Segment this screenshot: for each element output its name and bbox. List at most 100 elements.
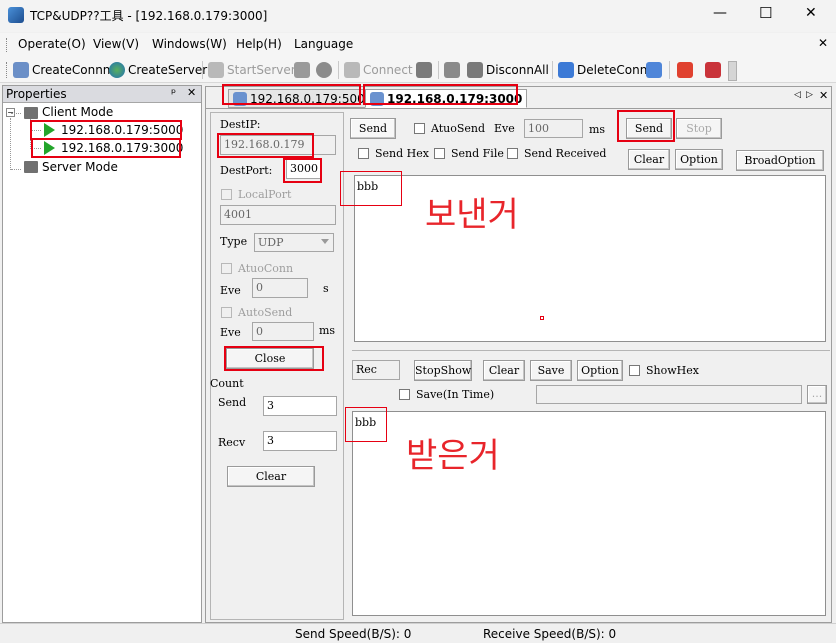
recv-save-button[interactable]: Save — [530, 360, 572, 381]
connect-icon — [344, 62, 360, 78]
dest-ip-field[interactable]: 192.168.0.179 — [220, 135, 336, 155]
atuo-send-label: AtuoSend — [431, 122, 486, 135]
disconn-all-label: DisconnAll — [486, 63, 549, 77]
stop-button[interactable]: Stop — [676, 118, 722, 139]
save-path-field[interactable] — [536, 385, 802, 404]
send-eve-label: Eve — [494, 122, 515, 135]
tab-3000-label: 192.168.0.179:3000 — [387, 91, 523, 106]
power-button[interactable] — [677, 61, 693, 79]
tab-5000[interactable]: 192.168.0.179:5000 — [228, 89, 378, 108]
disconn-all-button[interactable]: DisconnAll — [467, 61, 549, 79]
close-button[interactable]: ✕ — [805, 5, 817, 21]
send-mode-button[interactable]: Send — [350, 118, 396, 139]
create-conn-button[interactable]: CreateConnn — [13, 61, 110, 79]
section-divider — [352, 350, 830, 351]
show-hex-checkbox[interactable] — [629, 365, 640, 376]
menu-help[interactable]: Help(H) — [236, 37, 282, 51]
create-conn-icon — [13, 62, 29, 78]
save-in-time-checkbox[interactable] — [399, 389, 410, 400]
properties-title: Properties — [6, 87, 67, 101]
send-option-button[interactable]: Option — [675, 149, 723, 170]
clear-count-button[interactable]: Clear — [227, 466, 315, 487]
send-received-label: Send Received — [524, 147, 607, 160]
dest-port-label: DestPort: — [220, 164, 273, 177]
close-server-button[interactable] — [316, 61, 332, 79]
dest-port-field[interactable]: 3000 — [286, 159, 322, 179]
eve-field[interactable]: 0 — [252, 278, 308, 298]
menu-operate[interactable]: Operate(O) — [18, 37, 86, 51]
recv-count-field: 3 — [263, 431, 337, 451]
connect-label: Connect — [363, 63, 413, 77]
connection-icon — [370, 91, 384, 106]
tree-line — [31, 148, 41, 149]
properties-header: Properties ᵖ ✕ — [3, 86, 201, 103]
create-server-button[interactable]: CreateServer — [109, 61, 207, 79]
selection-marker — [540, 316, 544, 320]
stop-server-button[interactable] — [294, 61, 310, 79]
close-connection-button[interactable]: Close — [226, 348, 314, 369]
tab-right-icon[interactable]: ▷ — [806, 90, 813, 100]
local-port-checkbox[interactable] — [221, 189, 232, 200]
seconds-unit: s — [323, 282, 329, 295]
recv-text: bbb — [355, 416, 377, 429]
panel-close-icon[interactable]: ✕ — [187, 86, 196, 99]
auto-send-eve-field[interactable]: 0 — [252, 322, 314, 341]
sent-annotation: 보낸거 — [425, 195, 519, 235]
settings-button[interactable] — [646, 61, 662, 79]
start-server-icon — [208, 62, 224, 78]
start-server-button[interactable]: StartServer — [208, 61, 296, 79]
send-received-checkbox[interactable] — [507, 148, 518, 159]
maximize-button[interactable]: ☐ — [759, 4, 772, 22]
pin-icon[interactable]: ᵖ — [171, 86, 176, 100]
atuo-send-checkbox[interactable] — [414, 123, 425, 134]
tab-close-icon[interactable]: ✕ — [819, 89, 828, 102]
local-port-label: LocalPort — [238, 188, 292, 201]
local-port-field[interactable]: 4001 — [220, 205, 336, 225]
menu-language[interactable]: Language — [294, 37, 353, 51]
send-ms-unit: ms — [589, 123, 606, 136]
tool-button[interactable] — [705, 61, 721, 79]
circle-x-icon — [316, 62, 332, 78]
connection-panel: 192.168.0.179:5000 192.168.0.179:3000 ◁ … — [205, 86, 832, 623]
tab-3000[interactable]: 192.168.0.179:3000 — [365, 89, 528, 108]
atuo-conn-label: AtuoConn — [238, 262, 294, 275]
type-value: UDP — [258, 236, 284, 249]
tree-connection-3000[interactable]: 192.168.0.179:3000 — [61, 141, 183, 155]
atuo-conn-checkbox[interactable] — [221, 263, 232, 274]
network-button[interactable] — [444, 61, 460, 79]
received-annotation: 받은거 — [406, 436, 500, 476]
recv-clear-button[interactable]: Clear — [483, 360, 525, 381]
send-file-checkbox[interactable] — [434, 148, 445, 159]
toolbar-overflow-icon[interactable] — [728, 61, 737, 81]
minimize-button[interactable]: — — [713, 5, 727, 21]
tree-connection-5000[interactable]: 192.168.0.179:5000 — [61, 123, 183, 137]
send-clear-button[interactable]: Clear — [628, 149, 670, 170]
send-hex-checkbox[interactable] — [358, 148, 369, 159]
tool-icon — [705, 62, 721, 78]
send-speed: Send Speed(B/S): 0 — [295, 627, 412, 641]
type-select[interactable]: UDP — [254, 233, 334, 252]
browse-button[interactable]: ... — [807, 385, 827, 404]
tree-server-mode[interactable]: Server Mode — [42, 160, 118, 174]
menu-close-icon[interactable]: ✕ — [818, 36, 828, 50]
disconnect-button[interactable] — [416, 61, 432, 79]
menu-windows[interactable]: Windows(W) — [152, 37, 227, 51]
menu-grip — [6, 38, 9, 52]
recv-option-button[interactable]: Option — [577, 360, 623, 381]
tree-client-mode[interactable]: Client Mode — [42, 105, 113, 119]
power-icon — [677, 62, 693, 78]
stop-show-button[interactable]: StopShow — [414, 360, 472, 381]
toolbar: CreateConnn CreateServer StartServer Con… — [0, 57, 836, 83]
auto-send-checkbox[interactable] — [221, 307, 232, 318]
delete-conn-label: DeleteConn — [577, 63, 648, 77]
send-button[interactable]: Send — [626, 118, 672, 139]
send-interval-field[interactable]: 100 — [524, 119, 583, 138]
tab-left-icon[interactable]: ◁ — [794, 90, 801, 100]
delete-conn-button[interactable]: DeleteConn — [558, 61, 647, 79]
dest-ip-label: DestIP: — [220, 118, 261, 131]
send-hex-label: Send Hex — [375, 147, 429, 160]
menu-view[interactable]: View(V) — [93, 37, 139, 51]
chevron-down-icon — [321, 239, 329, 244]
broad-option-button[interactable]: BroadOption — [736, 150, 824, 171]
connect-button[interactable]: Connect — [344, 61, 413, 79]
